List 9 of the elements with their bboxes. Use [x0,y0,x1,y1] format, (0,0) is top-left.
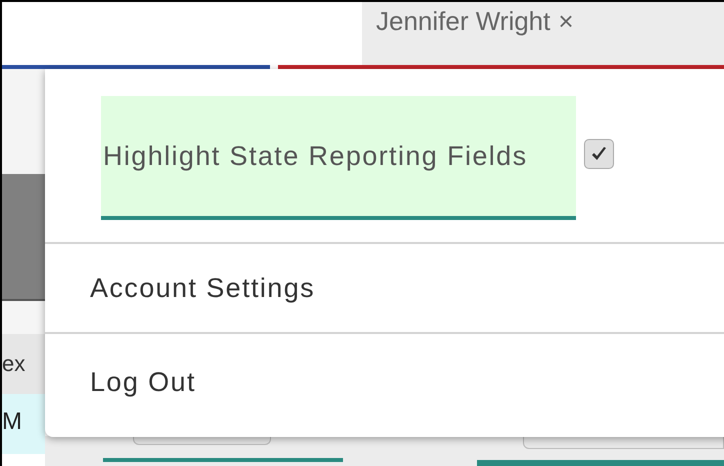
highlight-option[interactable]: Highlight State Reporting Fields [101,96,576,220]
checkbox[interactable] [584,139,614,169]
user-name: Jennifer Wright [376,6,550,37]
table-cell: M [2,394,45,454]
column-header: ex [2,334,45,394]
menu-item[interactable]: Account Settings [45,244,724,332]
close-icon[interactable]: × [558,6,574,37]
menu-item[interactable]: Log Out [45,334,724,430]
user-tab[interactable]: Jennifer Wright × [362,2,724,65]
